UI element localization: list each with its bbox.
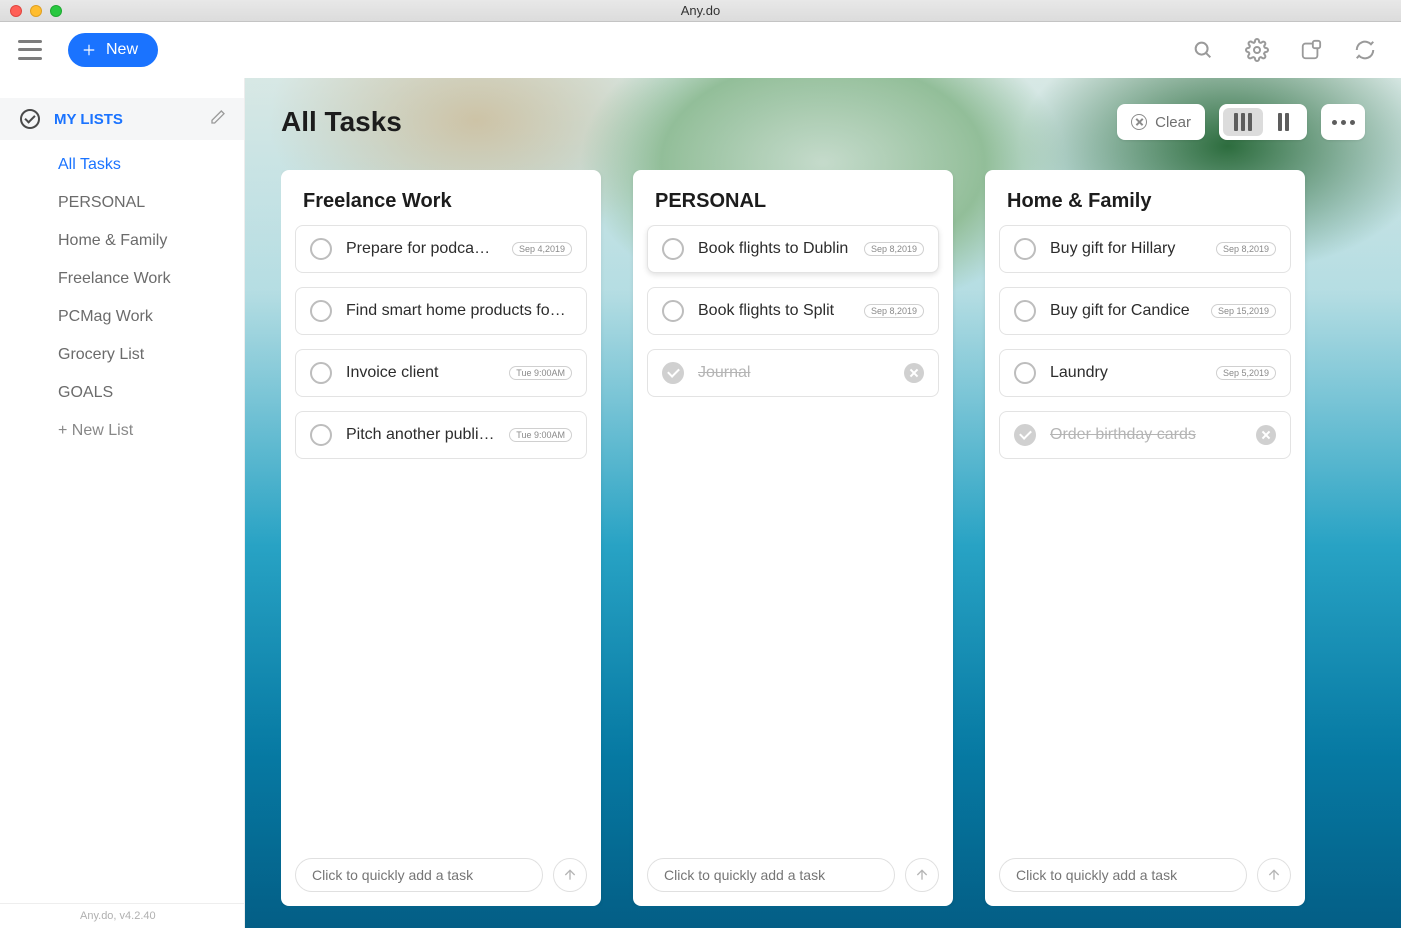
board: All Tasks Clear Freelance WorkPrepare fo… [245, 78, 1401, 928]
task-date-badge: Tue 9:00AM [509, 428, 572, 442]
task-checkbox[interactable] [1014, 238, 1036, 260]
column-title: Home & Family [985, 170, 1305, 225]
sidebar-version-label: Any.do, v4.2.40 [0, 903, 244, 928]
task-row[interactable]: Order birthday cards [999, 411, 1291, 459]
sidebar-item[interactable]: PERSONAL [0, 184, 244, 222]
window-titlebar: Any.do [0, 0, 1401, 22]
task-checkbox[interactable] [1014, 424, 1036, 446]
plus-icon [82, 43, 96, 57]
x-circle-icon [1131, 114, 1147, 130]
sidebar-new-list[interactable]: + New List [0, 412, 244, 450]
sidebar-section-title: MY LISTS [54, 111, 123, 128]
column-title: PERSONAL [633, 170, 953, 225]
task-checkbox[interactable] [310, 300, 332, 322]
task-checkbox[interactable] [310, 424, 332, 446]
task-date-badge: Sep 8,2019 [864, 242, 924, 256]
task-row[interactable]: Book flights to Split Sep 8,2019 [647, 287, 939, 335]
task-remove-icon[interactable] [1256, 425, 1276, 445]
task-label: Pitch another public… [346, 426, 495, 444]
task-label: Buy gift for Hillary [1050, 240, 1202, 258]
app-topbar: New [0, 22, 1401, 78]
task-label: Buy gift for Candice [1050, 302, 1197, 320]
sidebar-item[interactable]: Home & Family [0, 222, 244, 260]
task-row[interactable]: Invoice client Tue 9:00AM [295, 349, 587, 397]
window-close-button[interactable] [10, 5, 22, 17]
more-button[interactable] [1321, 104, 1365, 140]
sidebar: MY LISTS All TasksPERSONALHome & FamilyF… [0, 78, 245, 928]
pencil-icon[interactable] [210, 109, 226, 129]
gear-icon[interactable] [1245, 38, 1269, 62]
column-title: Freelance Work [281, 170, 601, 225]
task-checkbox[interactable] [662, 238, 684, 260]
quick-add-input[interactable] [999, 858, 1247, 892]
task-checkbox[interactable] [1014, 362, 1036, 384]
sidebar-item[interactable]: Freelance Work [0, 260, 244, 298]
task-label: Book flights to Dublin [698, 240, 850, 258]
window-title: Any.do [0, 3, 1401, 18]
task-date-badge: Sep 5,2019 [1216, 366, 1276, 380]
menu-icon[interactable] [18, 40, 42, 60]
task-checkbox[interactable] [662, 300, 684, 322]
quick-add-submit[interactable] [553, 858, 587, 892]
task-label: Prepare for podcast i… [346, 240, 498, 258]
task-row[interactable]: Pitch another public… Tue 9:00AM [295, 411, 587, 459]
clear-button-label: Clear [1155, 114, 1191, 131]
task-remove-icon[interactable] [904, 363, 924, 383]
quick-add-input[interactable] [647, 858, 895, 892]
task-checkbox[interactable] [662, 362, 684, 384]
board-column: Freelance Work Prepare for podcast i… Sep … [281, 170, 601, 906]
sidebar-item[interactable]: GOALS [0, 374, 244, 412]
task-date-badge: Sep 15,2019 [1211, 304, 1276, 318]
board-title: All Tasks [281, 106, 402, 138]
popout-icon[interactable] [1299, 38, 1323, 62]
task-label: Journal [698, 364, 890, 382]
view-3col-button[interactable] [1223, 108, 1263, 136]
task-label: Order birthday cards [1050, 426, 1242, 444]
task-row[interactable]: Find smart home products fo… [295, 287, 587, 335]
task-label: Laundry [1050, 364, 1202, 382]
quick-add-submit[interactable] [905, 858, 939, 892]
task-label: Invoice client [346, 364, 495, 382]
clear-button[interactable]: Clear [1117, 104, 1205, 140]
sidebar-section-my-lists[interactable]: MY LISTS [0, 98, 244, 140]
view-2col-button[interactable] [1263, 108, 1303, 136]
new-button-label: New [106, 41, 138, 59]
task-date-badge: Tue 9:00AM [509, 366, 572, 380]
window-zoom-button[interactable] [50, 5, 62, 17]
task-row[interactable]: Buy gift for Hillary Sep 8,2019 [999, 225, 1291, 273]
view-toggle [1219, 104, 1307, 140]
board-column: Home & Family Buy gift for Hillary Sep 8,2… [985, 170, 1305, 906]
task-checkbox[interactable] [1014, 300, 1036, 322]
task-row[interactable]: Book flights to Dublin Sep 8,2019 [647, 225, 939, 273]
task-row[interactable]: Prepare for podcast i… Sep 4,2019 [295, 225, 587, 273]
search-icon[interactable] [1191, 38, 1215, 62]
task-checkbox[interactable] [310, 362, 332, 384]
sidebar-item[interactable]: PCMag Work [0, 298, 244, 336]
window-minimize-button[interactable] [30, 5, 42, 17]
sidebar-item[interactable]: All Tasks [0, 146, 244, 184]
board-column: PERSONAL Book flights to Dublin Sep 8,2019… [633, 170, 953, 906]
task-row[interactable]: Journal [647, 349, 939, 397]
task-date-badge: Sep 4,2019 [512, 242, 572, 256]
new-button[interactable]: New [68, 33, 158, 67]
task-date-badge: Sep 8,2019 [1216, 242, 1276, 256]
task-label: Find smart home products fo… [346, 302, 572, 320]
task-date-badge: Sep 8,2019 [864, 304, 924, 318]
quick-add-submit[interactable] [1257, 858, 1291, 892]
quick-add-input[interactable] [295, 858, 543, 892]
sidebar-item[interactable]: Grocery List [0, 336, 244, 374]
task-row[interactable]: Buy gift for Candice Sep 15,2019 [999, 287, 1291, 335]
task-checkbox[interactable] [310, 238, 332, 260]
task-row[interactable]: Laundry Sep 5,2019 [999, 349, 1291, 397]
sync-icon[interactable] [1353, 38, 1377, 62]
check-circle-icon [20, 109, 40, 129]
task-label: Book flights to Split [698, 302, 850, 320]
